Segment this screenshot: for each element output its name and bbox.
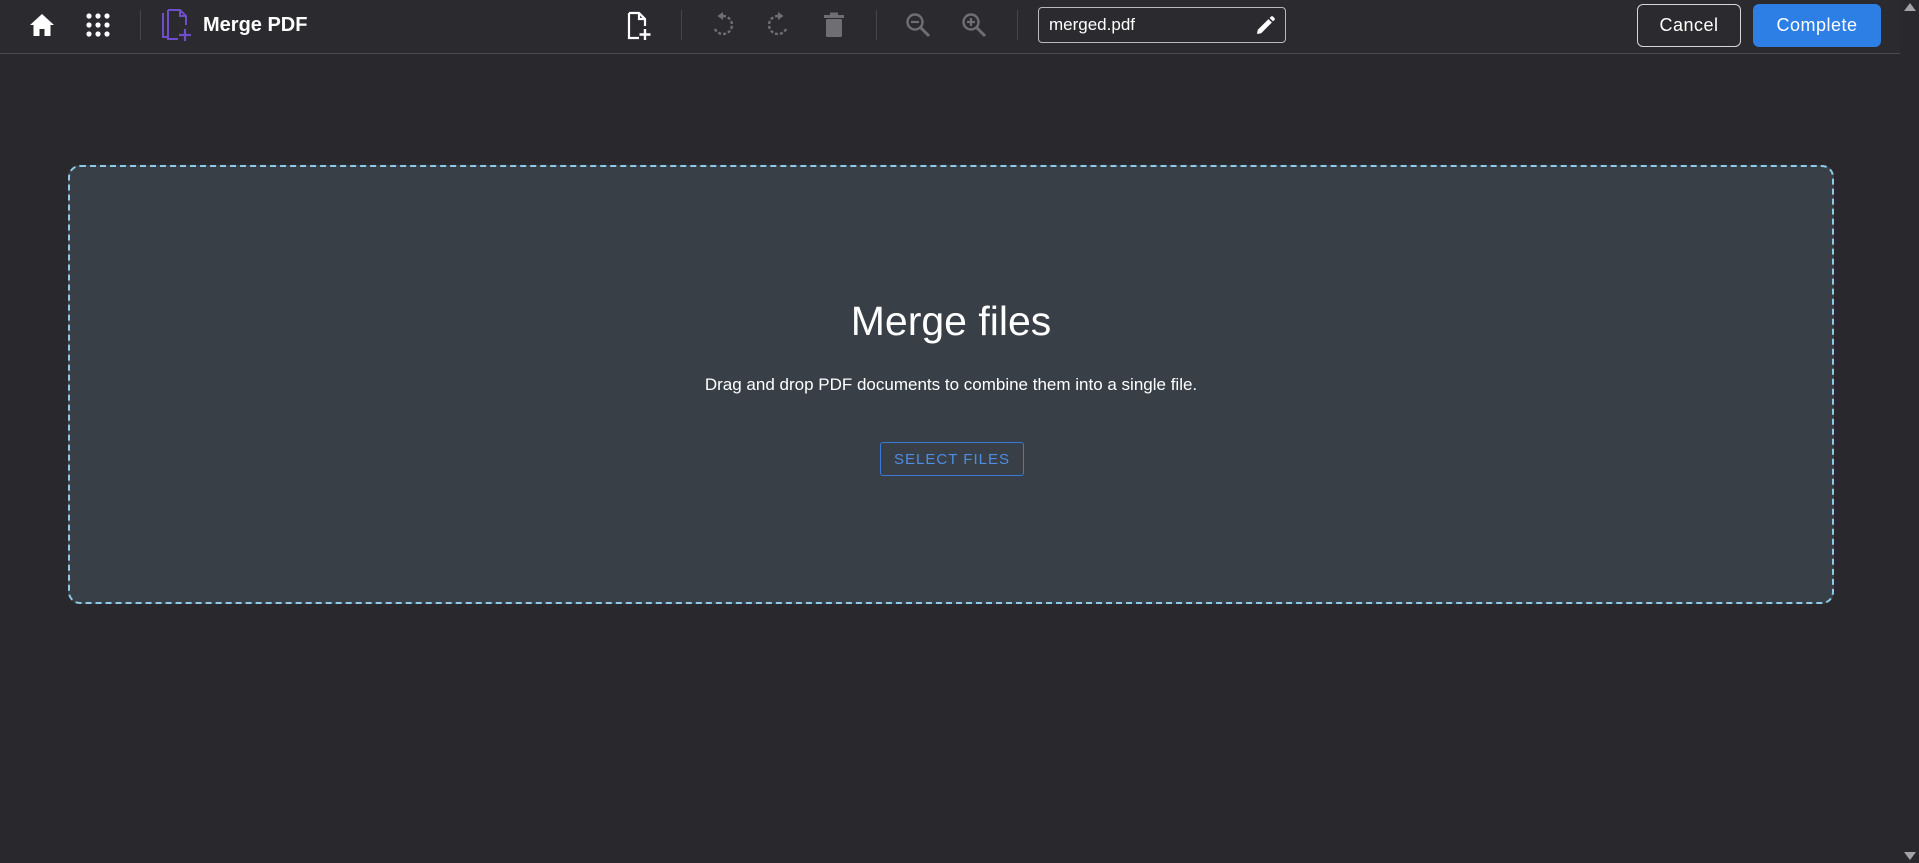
merge-pdf-app: Merge PDF merged.pdf Cancel Complete Mer… — [0, 0, 1919, 863]
toolbar-divider — [1017, 10, 1018, 40]
app-title: Merge PDF — [203, 14, 308, 36]
toolbar-divider — [681, 10, 682, 40]
apps-grid-icon[interactable] — [83, 12, 113, 38]
top-toolbar: Merge PDF merged.pdf Cancel Complete — [0, 0, 1900, 54]
vertical-scrollbar[interactable] — [1900, 0, 1919, 863]
rotate-left-icon[interactable] — [708, 11, 738, 39]
rotate-right-icon[interactable] — [763, 11, 793, 39]
scroll-down-arrow-icon[interactable] — [1904, 852, 1916, 860]
scroll-up-arrow-icon[interactable] — [1904, 3, 1916, 11]
zoom-in-icon[interactable] — [959, 11, 989, 39]
complete-button[interactable]: Complete — [1753, 4, 1881, 47]
cancel-button[interactable]: Cancel — [1637, 4, 1741, 47]
home-icon[interactable] — [27, 12, 57, 38]
toolbar-divider — [876, 10, 877, 40]
merge-pdf-logo-icon — [161, 8, 193, 42]
filename-input[interactable] — [1049, 8, 1249, 42]
pencil-icon[interactable] — [1253, 14, 1277, 38]
dropzone-title: Merge files — [850, 298, 1052, 344]
select-files-button[interactable]: SELECT FILES — [880, 442, 1024, 476]
toolbar-divider — [140, 10, 141, 40]
file-dropzone[interactable]: Merge files Drag and drop PDF documents … — [68, 165, 1834, 604]
trash-icon[interactable] — [819, 11, 849, 39]
filename-field[interactable] — [1038, 7, 1286, 43]
zoom-out-icon[interactable] — [903, 11, 933, 39]
add-file-icon[interactable] — [623, 11, 653, 41]
dropzone-subtitle: Drag and drop PDF documents to combine t… — [704, 375, 1198, 394]
